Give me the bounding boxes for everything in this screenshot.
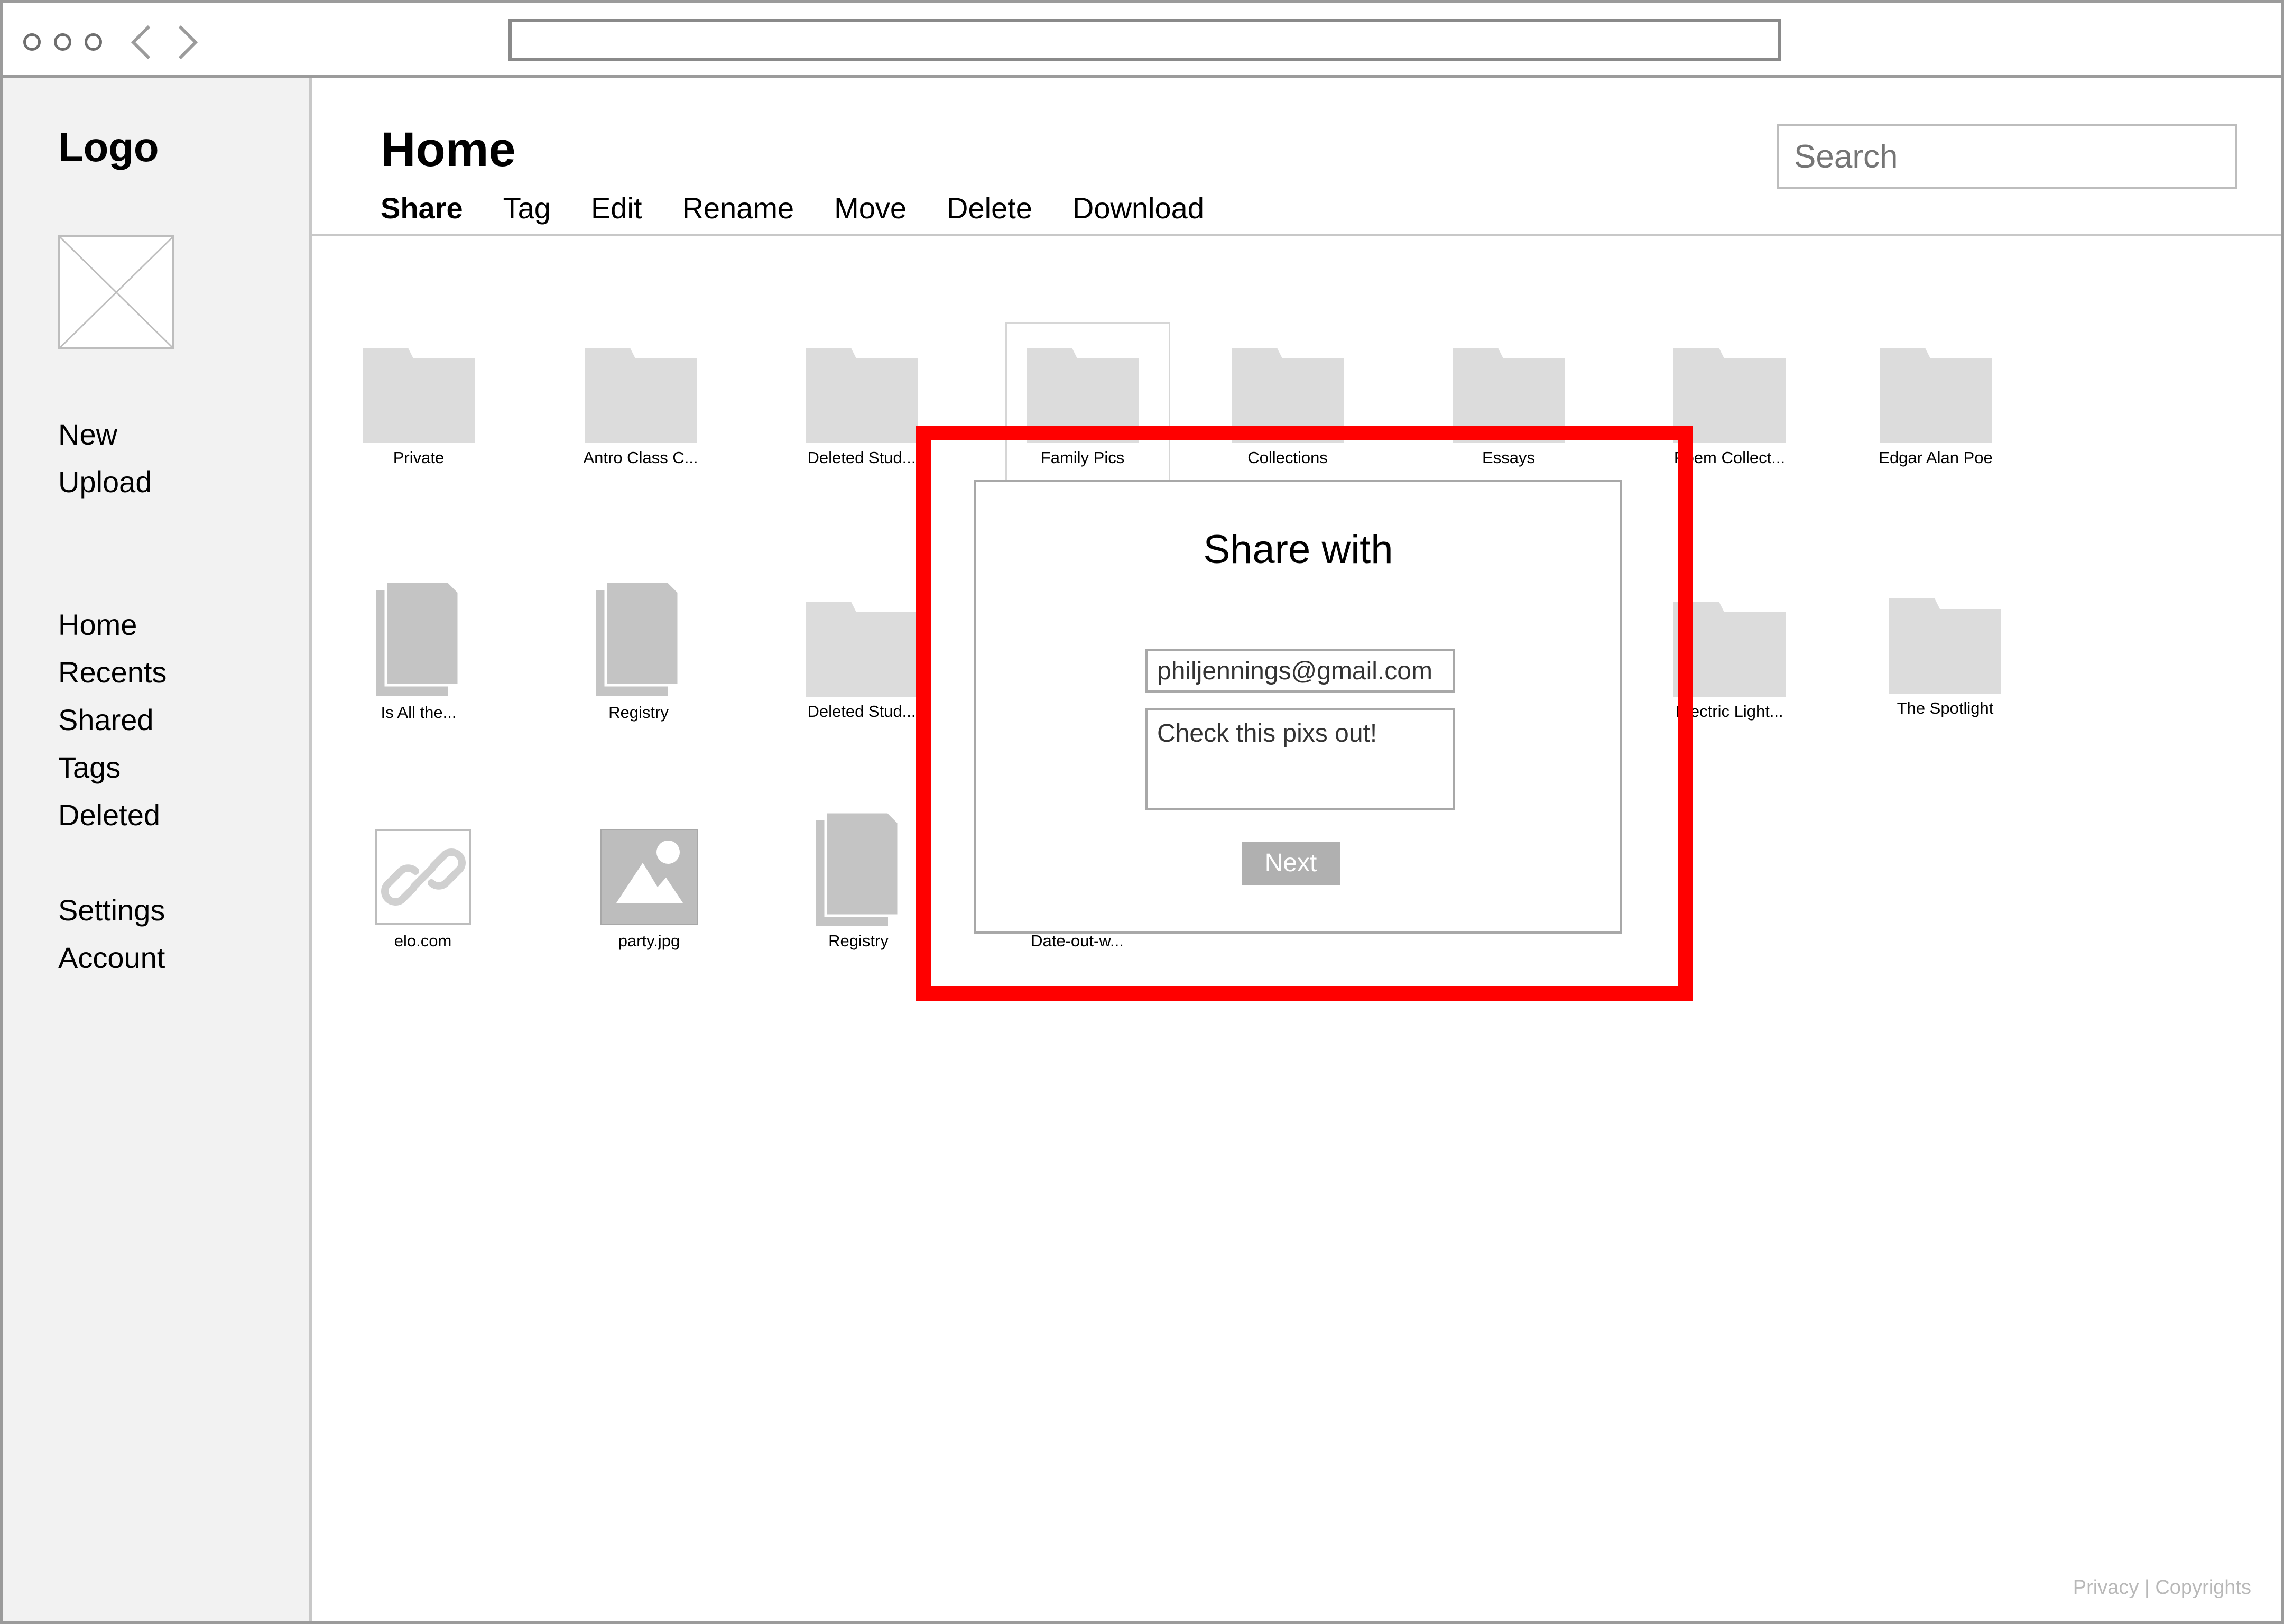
back-arrow-icon[interactable]: [126, 23, 158, 61]
image-icon: [600, 829, 698, 925]
sidebar-item-home[interactable]: Home: [58, 601, 167, 649]
file-name: Edgar Alan Poe: [1879, 448, 1993, 467]
toolbar-tag[interactable]: Tag: [503, 191, 551, 225]
window-control-dot[interactable]: [54, 33, 71, 51]
file-name: elo.com: [394, 931, 452, 950]
toolbar-download[interactable]: Download: [1072, 191, 1204, 225]
folder-icon: [806, 348, 918, 443]
file-name: Private: [393, 448, 445, 467]
file-name: party.jpg: [618, 931, 680, 950]
image-placeholder-icon: [58, 235, 174, 349]
sidebar-item-shared[interactable]: Shared: [58, 696, 167, 744]
main-header: Home Share Tag Edit Rename Move Delete D…: [312, 78, 2281, 236]
sidebar-account: Settings Account: [58, 887, 165, 982]
folder-icon: [1889, 598, 2001, 694]
window-control-dot[interactable]: [23, 33, 41, 51]
file-name: Registry: [608, 703, 669, 722]
sidebar: Logo New Upload Home Recents Shared Tags…: [3, 78, 312, 1621]
sidebar-item-account[interactable]: Account: [58, 934, 165, 982]
file-name: The Spotlight: [1897, 699, 1994, 717]
sidebar-item-new[interactable]: New: [58, 411, 152, 458]
folder-icon: [806, 602, 918, 697]
toolbar-rename[interactable]: Rename: [682, 191, 794, 225]
browser-chrome: [3, 3, 2281, 78]
sidebar-item-tags[interactable]: Tags: [58, 744, 167, 791]
page-title: Home: [381, 123, 516, 177]
toolbar: Share Tag Edit Rename Move Delete Downlo…: [381, 191, 1244, 225]
sidebar-item-deleted[interactable]: Deleted: [58, 791, 167, 839]
search-input[interactable]: [1777, 124, 2237, 189]
footer-links[interactable]: Privacy | Copyrights: [2073, 1576, 2251, 1599]
toolbar-delete[interactable]: Delete: [947, 191, 1032, 225]
document-stack-icon: [376, 582, 460, 696]
toolbar-share[interactable]: Share: [381, 191, 463, 225]
file-name: Antro Class C...: [583, 448, 698, 467]
email-field[interactable]: philjennings@gmail.com: [1145, 649, 1455, 693]
sidebar-item-recents[interactable]: Recents: [58, 649, 167, 696]
window-control-dot[interactable]: [85, 33, 102, 51]
sidebar-actions: New Upload: [58, 411, 152, 506]
message-field[interactable]: Check this pixs out!: [1145, 708, 1455, 810]
dialog-title: Share with: [1203, 527, 1393, 572]
folder-icon: [585, 348, 697, 443]
link-icon: [375, 829, 471, 925]
logo: Logo: [58, 124, 159, 170]
file-name: Is All the...: [381, 703, 457, 722]
folder-icon: [363, 348, 475, 443]
sidebar-item-settings[interactable]: Settings: [58, 887, 165, 934]
share-dialog: Share with philjennings@gmail.com Check …: [974, 480, 1622, 934]
forward-arrow-icon[interactable]: [171, 23, 203, 61]
toolbar-move[interactable]: Move: [834, 191, 907, 225]
address-bar[interactable]: [508, 19, 1781, 61]
sidebar-item-upload[interactable]: Upload: [58, 458, 152, 506]
document-stack-icon: [816, 812, 900, 926]
document-stack-icon: [596, 582, 680, 696]
toolbar-edit[interactable]: Edit: [591, 191, 642, 225]
folder-icon: [1880, 348, 1992, 443]
sidebar-nav: Home Recents Shared Tags Deleted: [58, 601, 167, 839]
next-button[interactable]: Next: [1242, 842, 1340, 885]
